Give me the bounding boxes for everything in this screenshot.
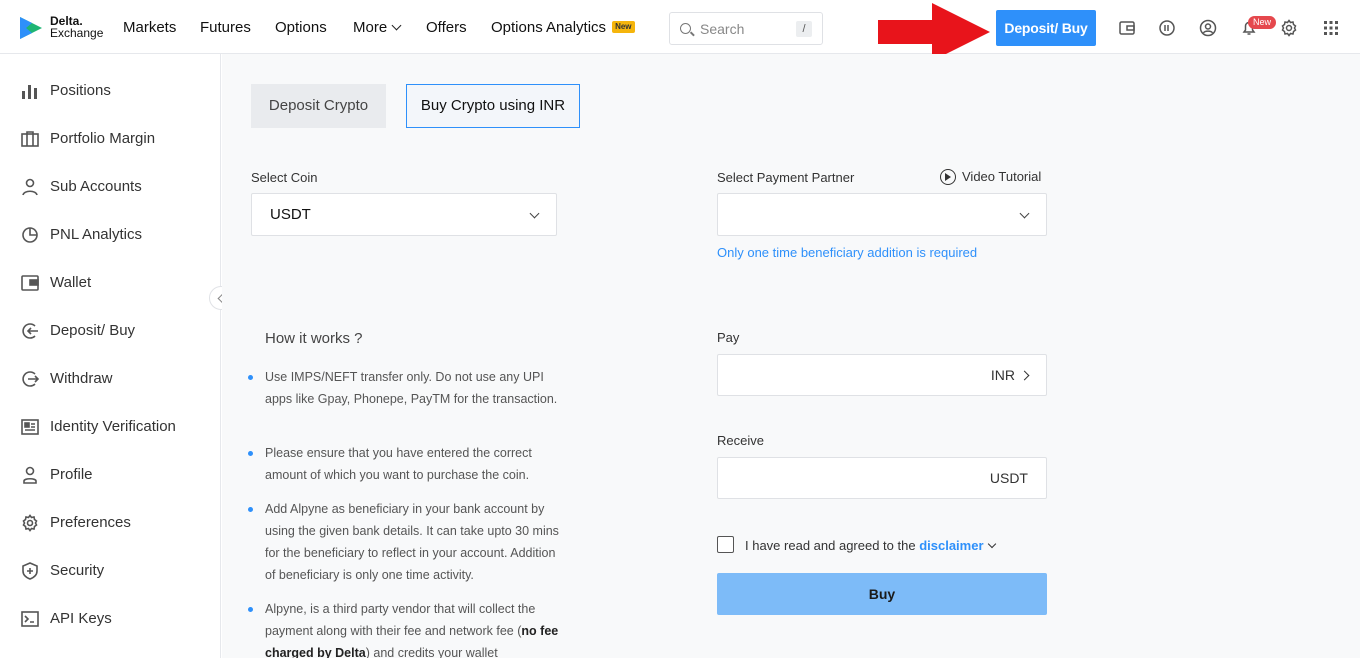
nav-more[interactable]: More xyxy=(353,18,402,38)
how-it-works-item4-prefix: Alpyne, is a third party vendor that wil… xyxy=(265,602,536,638)
new-badge: New xyxy=(612,21,635,33)
coin-select[interactable]: USDT xyxy=(251,193,557,236)
nav-options-analytics-label: Options Analytics xyxy=(491,19,607,36)
receive-label: Receive xyxy=(717,433,764,448)
nav-options-analytics[interactable]: Options Analytics New xyxy=(491,18,635,38)
search-box[interactable]: / xyxy=(669,12,823,45)
nav-markets[interactable]: Markets xyxy=(123,18,176,38)
coin-select-value: USDT xyxy=(270,206,311,223)
nav-more-label: More xyxy=(353,19,388,36)
agree-text-row: I have read and agreed to the disclaimer xyxy=(745,538,996,553)
sidebar-item-label: Deposit/ Buy xyxy=(50,322,136,339)
agree-text: I have read and agreed to the xyxy=(745,538,916,553)
video-tutorial-label: Video Tutorial xyxy=(962,169,1042,184)
tutorial-icon[interactable] xyxy=(1158,19,1176,37)
nav-options[interactable]: Options xyxy=(275,18,327,38)
search-input[interactable] xyxy=(700,19,790,39)
sidebar-item-deposit-buy[interactable]: Deposit/ Buy xyxy=(20,319,210,343)
chevron-down-icon xyxy=(1019,208,1030,219)
notification-new-badge: New xyxy=(1248,16,1277,29)
video-tutorial-link[interactable]: Video Tutorial xyxy=(940,167,1050,187)
how-it-works-item: Alpyne, is a third party vendor that wil… xyxy=(248,598,565,658)
how-it-works-item: Add Alpyne as beneficiary in your bank a… xyxy=(248,498,565,586)
red-arrow-annotation xyxy=(878,3,990,61)
deposit-icon xyxy=(22,323,38,339)
sidebar-item-label: Wallet xyxy=(50,274,92,291)
pay-label: Pay xyxy=(717,330,740,345)
sidebar-item-positions[interactable]: Positions xyxy=(20,79,210,103)
wallet-icon xyxy=(21,275,39,291)
pie-chart-icon xyxy=(22,227,38,243)
search-shortcut-key: / xyxy=(796,21,812,37)
gear-icon xyxy=(22,514,38,532)
sidebar-item-label: Withdraw xyxy=(50,370,113,387)
chevron-down-icon[interactable] xyxy=(987,539,996,549)
delta-exchange-logo[interactable]: Delta. Exchange xyxy=(18,14,108,42)
sidebar-item-label: API Keys xyxy=(50,610,112,627)
logo-text-line2: Exchange xyxy=(50,26,104,40)
withdraw-icon xyxy=(22,371,40,387)
pay-currency-label: INR xyxy=(990,367,1015,383)
chevron-down-icon xyxy=(529,208,540,219)
chevron-right-icon xyxy=(1019,370,1030,381)
tab-deposit-crypto[interactable]: Deposit Crypto xyxy=(251,84,386,128)
sidebar: Positions Portfolio Margin Sub Accounts … xyxy=(0,54,221,658)
terminal-icon xyxy=(21,611,39,627)
deposit-buy-button[interactable]: Deposit/ Buy xyxy=(996,10,1096,46)
gear-icon[interactable] xyxy=(1280,19,1298,37)
sidebar-item-pnl-analytics[interactable]: PNL Analytics xyxy=(20,223,210,247)
receive-currency: USDT xyxy=(989,470,1028,486)
sidebar-item-preferences[interactable]: Preferences xyxy=(20,511,210,535)
how-it-works-title: How it works ? xyxy=(265,330,363,347)
tab-buy-crypto-inr[interactable]: Buy Crypto using INR xyxy=(406,84,580,128)
agree-checkbox[interactable] xyxy=(717,536,734,553)
delta-logo-icon xyxy=(20,17,42,39)
buy-button[interactable]: Buy xyxy=(717,573,1047,615)
user-icon xyxy=(22,178,38,196)
sidebar-item-label: Security xyxy=(50,562,105,579)
sidebar-item-label: PNL Analytics xyxy=(50,226,142,243)
how-it-works-item: Use IMPS/NEFT transfer only. Do not use … xyxy=(248,366,565,410)
briefcase-icon xyxy=(21,131,39,147)
id-card-icon xyxy=(21,419,39,435)
sidebar-item-label: Sub Accounts xyxy=(50,178,142,195)
sidebar-item-label: Positions xyxy=(50,82,111,99)
sidebar-item-label: Portfolio Margin xyxy=(50,130,156,147)
sidebar-item-security[interactable]: Security xyxy=(20,559,210,583)
how-it-works-item4-suffix: ) and credits your wallet xyxy=(365,646,498,658)
pay-input[interactable]: INR xyxy=(717,354,1047,396)
sidebar-item-portfolio-margin[interactable]: Portfolio Margin xyxy=(20,127,210,151)
wallet-icon[interactable] xyxy=(1118,19,1136,37)
sidebar-item-label: Identity Verification xyxy=(50,418,176,435)
profile-icon xyxy=(23,466,37,484)
beneficiary-note: Only one time beneficiary addition is re… xyxy=(717,245,978,260)
bar-chart-icon xyxy=(22,85,37,99)
main-content: Deposit Crypto Buy Crypto using INR Sele… xyxy=(222,54,1360,658)
pay-currency-selector[interactable]: INR xyxy=(990,367,1030,383)
payment-partner-label: Select Payment Partner xyxy=(717,170,855,185)
play-circle-icon xyxy=(940,169,956,185)
sidebar-item-identity-verification[interactable]: Identity Verification xyxy=(20,415,210,439)
disclaimer-link[interactable]: disclaimer xyxy=(919,538,983,553)
select-coin-label: Select Coin xyxy=(251,170,318,185)
account-icon[interactable] xyxy=(1199,19,1217,37)
how-it-works-item: Please ensure that you have entered the … xyxy=(248,442,565,486)
chevron-down-icon xyxy=(391,20,402,31)
top-navbar: Delta. Exchange Markets Futures Options … xyxy=(0,0,1360,61)
sidebar-item-profile[interactable]: Profile xyxy=(20,463,210,487)
sidebar-item-api-keys[interactable]: API Keys xyxy=(20,607,210,631)
nav-offers[interactable]: Offers xyxy=(426,18,467,38)
receive-input[interactable]: USDT xyxy=(717,457,1047,499)
sidebar-item-withdraw[interactable]: Withdraw xyxy=(20,367,210,391)
apps-grid-icon[interactable] xyxy=(1322,19,1340,37)
payment-partner-select[interactable] xyxy=(717,193,1047,236)
sidebar-item-label: Preferences xyxy=(50,514,131,531)
search-icon xyxy=(680,23,691,34)
disclaimer-agreement: I have read and agreed to the disclaimer xyxy=(717,536,1047,556)
shield-icon xyxy=(22,562,38,580)
sidebar-item-sub-accounts[interactable]: Sub Accounts xyxy=(20,175,210,199)
sidebar-item-label: Profile xyxy=(50,466,93,483)
nav-futures[interactable]: Futures xyxy=(200,18,251,38)
sidebar-item-wallet[interactable]: Wallet xyxy=(20,271,210,295)
